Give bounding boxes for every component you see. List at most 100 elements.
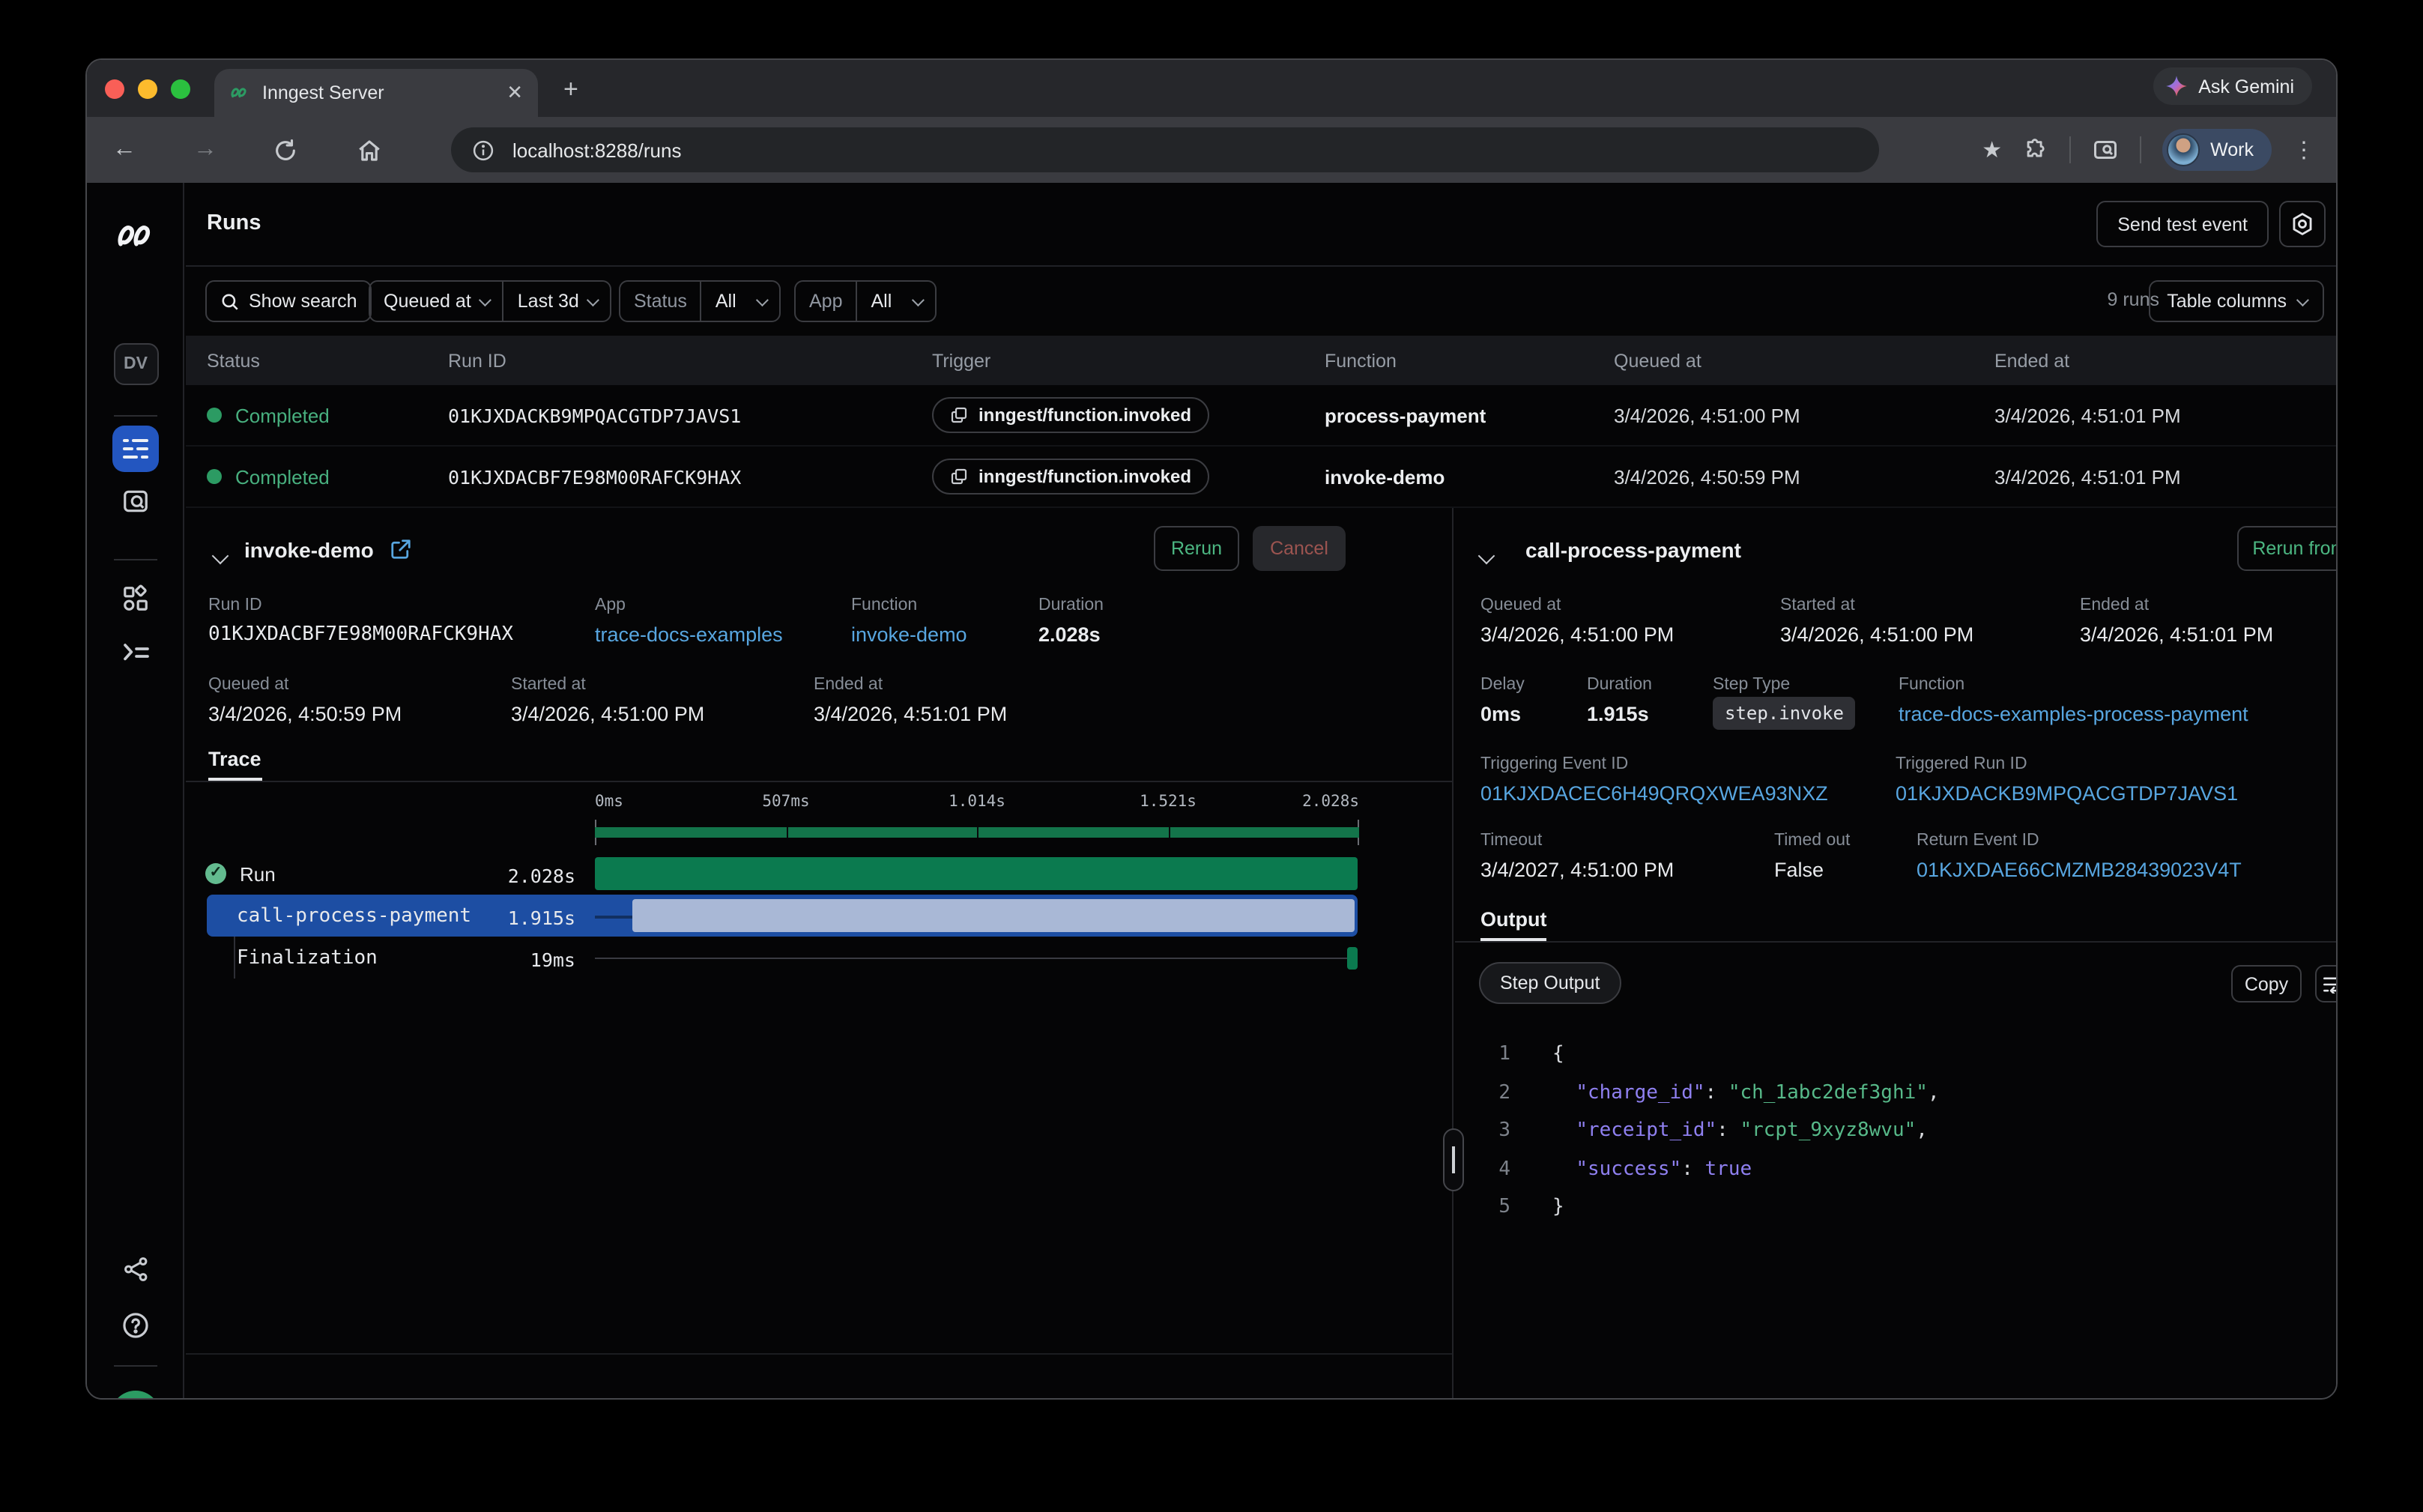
tick-label: 1.521s [1140,793,1197,811]
url-bar[interactable]: localhost:8288/runs [451,127,1879,172]
sidebar-item-share-feedback[interactable] [87,1256,184,1283]
ask-gemini-button[interactable]: Ask Gemini [2153,67,2312,105]
site-info-icon[interactable] [472,139,494,161]
timed-out-value: False [1774,859,1824,881]
cancel-button[interactable]: Cancel [1253,526,1346,571]
trigger-pill[interactable]: inngest/function.invoked [932,397,1209,433]
workspace-initials: DV [113,343,158,385]
status-filter-dropdown[interactable]: All [701,282,780,321]
browser-profile-button[interactable]: Work [2162,129,2272,171]
rerun-button[interactable]: Rerun [1154,526,1239,571]
sidebar-item-help[interactable] [87,1311,184,1340]
time-range-value: Last 3d [518,291,579,312]
reload-icon[interactable] [273,137,306,163]
window-zoom-button[interactable] [171,79,190,99]
output-code-block[interactable]: 1 { 2 "charge_id": "ch_1abc2def3ghi", 3 … [1455,1035,2338,1227]
cancel-label: Cancel [1270,538,1328,559]
side-panel-search-icon[interactable] [2092,136,2119,163]
run-span-bar[interactable] [595,857,1358,890]
home-icon[interactable] [357,137,390,163]
rerun-from-step-button[interactable]: Rerun from step [2237,526,2338,571]
function-link[interactable]: invoke-demo [851,623,967,646]
sidebar-item-event-search[interactable] [87,487,184,515]
settings-button[interactable] [2279,201,2326,247]
ask-gemini-label: Ask Gemini [2198,76,2294,97]
app-filter-dropdown[interactable]: All [856,282,936,321]
trace-tab-border [186,781,1452,782]
window-minimize-button[interactable] [138,79,157,99]
back-icon[interactable]: ← [108,136,141,163]
column-header-queued-at[interactable]: Queued at [1614,350,1994,371]
sidebar-item-functions[interactable] [87,640,184,665]
show-search-button[interactable]: Show search [205,280,372,322]
column-header-ended-at[interactable]: Ended at [1994,350,2338,371]
send-test-event-button[interactable]: Send test event [2096,201,2269,247]
forward-icon[interactable]: → [189,136,222,163]
app-filter: App All [794,280,937,322]
workspace-avatar[interactable]: DV [87,343,184,385]
browser-menu-icon[interactable]: ⋮ [2293,136,2315,163]
trace-row-finalization[interactable]: Finalization 19ms [207,937,1358,979]
time-field-dropdown[interactable]: Queued at [370,282,503,321]
ended-at-cell: 3/4/2026, 4:51:01 PM [1994,404,2338,426]
time-range-dropdown[interactable]: Last 3d [503,282,611,321]
code-line: 3 "receipt_id": "rcpt_9xyz8wvu", [1455,1112,2338,1150]
pane-resize-handle[interactable] [1443,1128,1464,1191]
function-cell: invoke-demo [1325,465,1614,488]
inngest-logo[interactable] [87,217,184,253]
column-header-status[interactable]: Status [207,350,448,371]
sidebar-item-runs[interactable] [87,426,184,472]
column-header-run-id[interactable]: Run ID [448,350,932,371]
triggering-event-id-link[interactable]: 01KJXDACEC6H49QRQXWEA93NXZ [1480,782,1828,805]
column-header-trigger[interactable]: Trigger [932,350,1325,371]
step-type-label: Step Type [1713,676,1790,694]
app-link[interactable]: trace-docs-examples [595,623,783,646]
table-row[interactable]: Completed 01KJXDACKB9MPQACGTDP7JAVS1 inn… [186,385,2338,447]
table-row[interactable]: Completed 01KJXDACBF7E98M00RAFCK9HAX inn… [186,447,2338,508]
copy-button[interactable]: Copy [2231,965,2302,1003]
queued-at-value: 3/4/2026, 4:50:59 PM [208,703,402,725]
chevron-down-icon [480,294,492,306]
function-link[interactable]: trace-docs-examples-process-payment [1899,703,2248,725]
url-text[interactable]: localhost:8288/runs [512,139,682,161]
collapse-chevron-icon[interactable] [1480,542,1492,569]
trace-row-run[interactable]: ✓ Run 2.028s [207,853,1358,895]
bookmark-star-icon[interactable]: ★ [1982,136,2002,163]
trigger-pill[interactable]: inngest/function.invoked [932,459,1209,495]
trace-minimap[interactable] [595,820,1359,845]
table-columns-button[interactable]: Table columns [2149,280,2324,322]
return-event-id-link[interactable]: 01KJXDAE66CMZMB28439023V4T [1917,859,2242,881]
extensions-puzzle-icon[interactable] [2023,137,2048,163]
new-tab-button[interactable]: + [563,75,578,105]
window-close-button[interactable] [105,79,124,99]
triggered-run-id-link[interactable]: 01KJXDACKB9MPQACGTDP7JAVS1 [1896,782,2238,805]
app-filter-value: All [871,291,892,312]
trace-row-name: Run [240,863,276,886]
duration-value: 1.915s [1587,703,1649,725]
step-output-toggle[interactable]: Step Output [1479,962,1621,1004]
external-link-icon[interactable] [390,538,412,560]
function-cell: process-payment [1325,404,1614,426]
trace-row-call-process-payment-selected[interactable]: call-process-payment 1.915s [207,895,1358,937]
run-detail-title: invoke-demo [244,538,374,562]
word-wrap-button[interactable] [2315,965,2338,1003]
finalization-span-bar[interactable] [1347,947,1358,970]
copy-label: Copy [2245,973,2288,994]
line-number: 5 [1455,1188,1510,1227]
step-span-bar[interactable] [632,899,1355,932]
line-number: 2 [1455,1074,1510,1112]
column-header-function[interactable]: Function [1325,350,1614,371]
tab-close-icon[interactable]: ✕ [506,81,523,105]
dev-server-button[interactable]: </> [87,1391,184,1400]
queued-at-cell: 3/4/2026, 4:51:00 PM [1614,404,1994,426]
sidebar-item-apps[interactable] [87,584,184,613]
browser-tab[interactable]: Inngest Server ✕ [214,69,538,117]
trigger-name: inngest/function.invoked [978,466,1191,487]
gear-icon [2290,211,2315,237]
started-at-value: 3/4/2026, 4:51:00 PM [511,703,704,725]
chevron-down-icon [757,294,769,306]
collapse-chevron-icon[interactable] [214,542,226,569]
duration-label: Duration [1038,596,1104,614]
tab-output[interactable]: Output [1480,908,1546,931]
tab-trace[interactable]: Trace [208,748,261,770]
